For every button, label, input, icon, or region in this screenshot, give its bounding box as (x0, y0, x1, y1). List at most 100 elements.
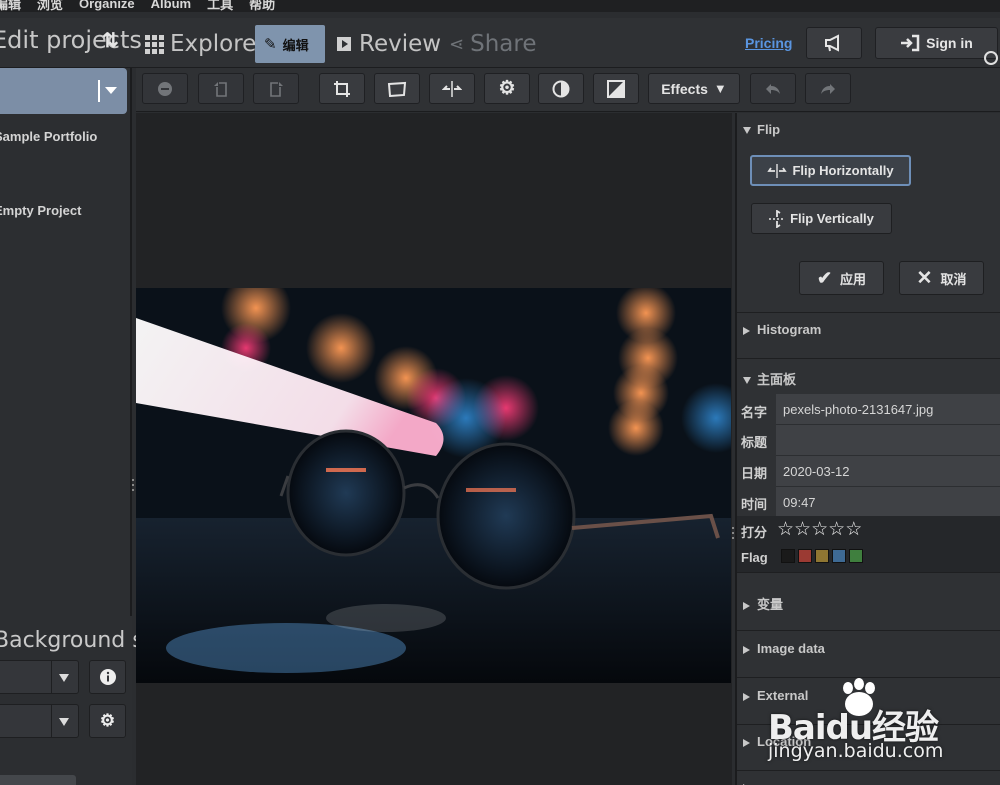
share-icon: ⋖ (449, 33, 465, 55)
exposure-button[interactable] (593, 73, 639, 104)
time-field[interactable]: 09:47 (776, 487, 1000, 518)
tab-review[interactable]: Review (337, 25, 441, 63)
select-divider (51, 661, 52, 693)
more-section-header[interactable] (737, 779, 1000, 785)
play-icon (337, 37, 351, 51)
signin-label: Sign in (926, 35, 973, 51)
adjust-button[interactable]: ⚙ (484, 73, 530, 104)
divider (737, 312, 1000, 313)
tab-edit[interactable]: ✎ 编辑 (255, 25, 325, 63)
star-icon[interactable]: ☆ (811, 519, 828, 540)
menu-browse[interactable]: 浏览 (37, 0, 63, 13)
flag-swatch[interactable] (849, 549, 863, 563)
settings-button[interactable]: ⚙ (89, 704, 126, 738)
menu-album[interactable]: Album (151, 0, 191, 11)
divider (737, 630, 1000, 631)
chevron-down-icon (59, 674, 69, 682)
project-selector[interactable] (0, 68, 127, 114)
rotate-right-button[interactable] (253, 73, 299, 104)
tab-explore-label: Explore (170, 31, 257, 57)
chevron-down-icon (743, 377, 751, 385)
flag-swatch[interactable] (798, 549, 812, 563)
redo-button[interactable] (805, 73, 851, 104)
project-list: Sample Portfolio Empty Project (0, 68, 132, 616)
effects-dropdown[interactable]: Effects ▼ (648, 73, 740, 104)
flip-button[interactable] (429, 73, 475, 104)
app-header: Edit projects ⇅ Explore ✎ 编辑 Review ⋖ Sh… (0, 18, 1000, 68)
flag-swatch[interactable] (815, 549, 829, 563)
remove-button[interactable] (142, 73, 188, 104)
flip-horizontal-button[interactable]: Flip Horizontally (750, 155, 911, 186)
variables-section-header[interactable]: 变量 (737, 594, 1000, 613)
perspective-button[interactable] (374, 73, 420, 104)
signin-icon (901, 34, 920, 52)
flag-swatch[interactable] (781, 549, 795, 563)
flip-vertical-label: Flip Vertically (790, 211, 874, 226)
rotate-left-button[interactable] (198, 73, 244, 104)
info-button[interactable] (89, 660, 126, 694)
announcements-button[interactable] (806, 27, 862, 59)
chevron-right-icon (743, 326, 750, 335)
star-icon[interactable]: ☆ (845, 519, 862, 540)
caret-down-icon: ▼ (713, 81, 727, 96)
histogram-section-header[interactable]: Histogram (737, 322, 1000, 337)
tab-explore[interactable]: Explore (145, 25, 256, 63)
cancel-button[interactable]: ✕ 取消 (899, 261, 984, 295)
contrast-button[interactable] (538, 73, 584, 104)
variables-title: 变量 (757, 597, 784, 612)
crop-button[interactable] (319, 73, 365, 104)
flip-section-header[interactable]: Flip (737, 122, 1000, 137)
apply-label: 应用 (840, 271, 867, 287)
star-icon[interactable]: ☆ (777, 519, 794, 540)
star-icon[interactable]: ☆ (794, 519, 811, 540)
undo-button[interactable] (750, 73, 796, 104)
date-label: 日期 (741, 466, 768, 481)
menu-bar: 编辑 浏览 Organize Album 工具 帮助 (0, 0, 1000, 12)
crop-icon (334, 80, 350, 97)
signin-button[interactable]: Sign in (875, 27, 998, 59)
flip-horizontal-label: Flip Horizontally (792, 163, 894, 178)
selector-divider (98, 80, 100, 102)
list-item[interactable]: Empty Project (0, 203, 81, 218)
date-field[interactable]: 2020-03-12 (776, 456, 1000, 487)
flag-label: Flag (741, 550, 768, 565)
menu-edit[interactable]: 编辑 (0, 0, 21, 13)
menu-help[interactable]: 帮助 (249, 0, 275, 13)
flip-vertical-icon (769, 209, 786, 228)
photo-preview[interactable] (136, 288, 731, 683)
location-section-header[interactable]: Location (737, 734, 1000, 749)
style-select-2[interactable] (0, 704, 79, 738)
divider (737, 770, 1000, 771)
flag-swatch[interactable] (832, 549, 846, 563)
apply-button[interactable]: ✔ 应用 (799, 261, 884, 295)
menu-organize[interactable]: Organize (79, 0, 135, 11)
image-data-section-header[interactable]: Image data (737, 641, 1000, 656)
star-rating[interactable]: ☆☆☆☆☆ (777, 518, 862, 541)
title-field[interactable] (776, 425, 1000, 456)
sidebar-bottom-button[interactable] (0, 775, 76, 785)
external-section-header[interactable]: External (737, 688, 1000, 703)
splitter-grip-icon (132, 479, 134, 491)
projects-title: Edit projects (0, 26, 142, 54)
list-item[interactable]: Sample Portfolio (0, 129, 97, 144)
main-panel-header[interactable]: 主面板 (737, 369, 1000, 388)
rotate-right-icon (270, 81, 283, 97)
pricing-link[interactable]: Pricing (745, 35, 792, 51)
star-icon[interactable]: ☆ (828, 519, 845, 540)
sort-icon[interactable]: ⇅ (102, 28, 119, 53)
pencil-icon: ✎ (264, 35, 277, 53)
main-panel-title: 主面板 (757, 372, 797, 387)
search-icon[interactable] (984, 51, 998, 65)
flip-vertical-button[interactable]: Flip Vertically (751, 203, 892, 234)
megaphone-icon (825, 34, 839, 52)
tab-share[interactable]: ⋖ Share (449, 25, 536, 63)
flag-swatches (781, 549, 863, 563)
name-field[interactable]: pexels-photo-2131647.jpg (776, 394, 1000, 425)
chevron-right-icon (743, 692, 750, 701)
menu-tools[interactable]: 工具 (207, 0, 233, 13)
flip-section-title: Flip (757, 122, 781, 137)
left-splitter[interactable] (131, 475, 135, 497)
style-select-1[interactable] (0, 660, 79, 694)
chevron-down-icon[interactable] (105, 87, 117, 94)
checkmark-icon: ✔ (816, 267, 833, 288)
